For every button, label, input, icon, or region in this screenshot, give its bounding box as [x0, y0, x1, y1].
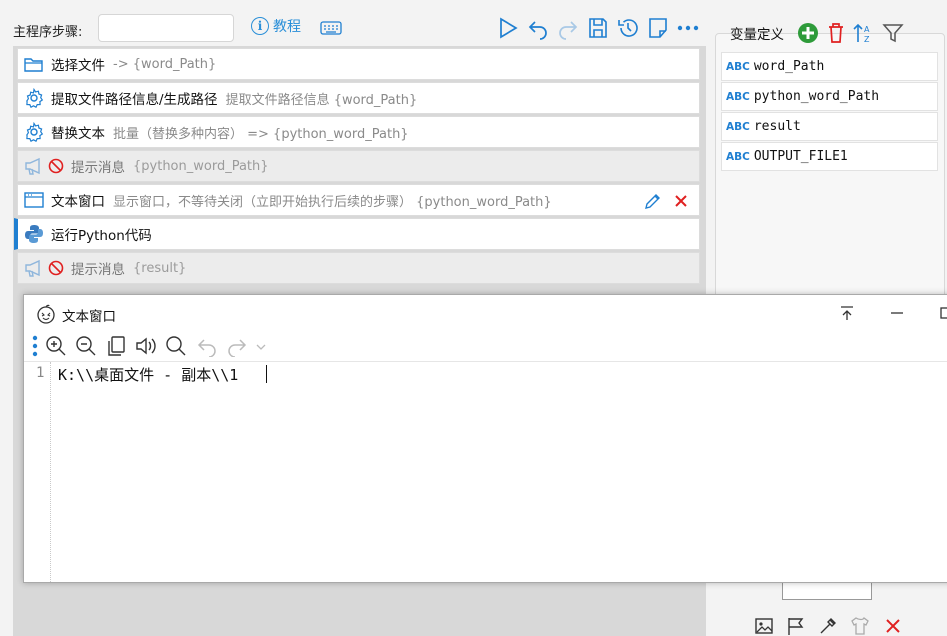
step-description: {python_word_Path}: [133, 158, 269, 174]
string-type-badge: ABC: [726, 60, 750, 73]
variable-row[interactable]: ABC python_word_Path: [721, 82, 938, 111]
image-icon[interactable]: [754, 616, 774, 636]
folder-icon: [24, 54, 44, 74]
variable-row[interactable]: ABC OUTPUT_FILE1: [721, 142, 938, 171]
text-window: [23, 294, 947, 583]
steps-label: 主程序步骤:: [13, 25, 83, 40]
eyedropper-icon[interactable]: [818, 616, 838, 636]
shirt-icon[interactable]: [850, 616, 870, 636]
line-number: 1: [36, 365, 45, 381]
step-name: 运行Python代码: [51, 228, 152, 244]
step-name: 提取文件路径信息/生成路径: [51, 92, 218, 108]
flag-icon[interactable]: [786, 616, 806, 636]
megaphone-icon: [24, 156, 44, 176]
step-item-selected[interactable]: 运行Python代码: [14, 218, 700, 250]
run-icon[interactable]: [497, 16, 519, 40]
svg-text:A: A: [864, 25, 870, 34]
step-item-disabled[interactable]: 提示消息 {python_word_Path}: [17, 150, 700, 182]
string-type-badge: ABC: [726, 150, 750, 163]
save-icon[interactable]: [587, 16, 609, 40]
gear-icon: [24, 122, 44, 142]
python-icon: [24, 224, 44, 244]
note-icon[interactable]: [647, 16, 669, 40]
step-description: 显示窗口，不等待关闭（立即开始执行后续的步骤） {python_word_Pat…: [113, 194, 552, 210]
string-type-badge: ABC: [726, 90, 750, 103]
drag-handle-icon[interactable]: [32, 335, 38, 357]
variable-row[interactable]: ABC word_Path: [721, 52, 938, 81]
svg-text:Z: Z: [864, 35, 870, 44]
tutorial-label: 教程: [273, 19, 301, 35]
search-icon[interactable]: [165, 335, 187, 357]
step-description: {result}: [133, 260, 187, 276]
editor-gutter: [50, 362, 51, 582]
step-name: 文本窗口: [51, 194, 105, 210]
pin-top-icon[interactable]: [838, 304, 856, 322]
step-name: 提示消息: [71, 262, 125, 278]
variable-name: word_Path: [753, 59, 825, 74]
tutorial-link[interactable]: i 教程: [251, 16, 301, 36]
zoom-in-icon[interactable]: [45, 335, 67, 357]
step-item[interactable]: 替换文本 批量（替换多种内容） => {python_word_Path}: [17, 116, 700, 148]
info-icon: i: [251, 17, 269, 35]
step-name: 替换文本: [51, 126, 105, 142]
disabled-icon: [48, 158, 64, 174]
zoom-out-icon[interactable]: [75, 335, 97, 357]
close-icon[interactable]: [883, 616, 903, 636]
step-description: 提取文件路径信息 {word_Path}: [225, 92, 418, 108]
step-item[interactable]: 选择文件 -> {word_Path}: [17, 48, 700, 80]
step-description: 批量（替换多种内容） => {python_word_Path}: [113, 126, 409, 142]
step-name: 选择文件: [51, 58, 105, 74]
add-variable-icon[interactable]: [797, 22, 819, 44]
left-edge: [0, 46, 13, 636]
variable-row[interactable]: ABC result: [721, 112, 938, 141]
history-icon[interactable]: [617, 16, 639, 40]
text-caret: [266, 365, 267, 383]
edit-icon[interactable]: [644, 192, 662, 210]
editor-text-line[interactable]: K:\\桌面文件 - 副本\\1: [58, 364, 238, 385]
variable-name: python_word_Path: [753, 89, 880, 104]
delete-variable-icon[interactable]: [826, 22, 846, 44]
speaker-icon[interactable]: [135, 335, 157, 357]
step-item[interactable]: 提取文件路径信息/生成路径 提取文件路径信息 {word_Path}: [17, 82, 700, 114]
step-description: -> {word_Path}: [113, 56, 217, 72]
app-logo-icon: [37, 304, 55, 324]
variable-name: result: [753, 119, 801, 134]
steps-search-input[interactable]: [98, 14, 234, 42]
undo-icon[interactable]: [527, 16, 549, 40]
disabled-icon: [48, 260, 64, 276]
window-icon: [24, 190, 44, 210]
gear-icon: [24, 88, 44, 108]
maximize-icon[interactable]: [937, 304, 947, 322]
text-window-title: 文本窗口: [62, 309, 116, 325]
undo-icon[interactable]: [196, 335, 218, 357]
sort-az-icon[interactable]: A Z: [853, 22, 875, 44]
step-item-disabled[interactable]: 提示消息 {result}: [17, 252, 700, 284]
string-type-badge: ABC: [726, 120, 750, 133]
filter-icon[interactable]: [882, 22, 904, 44]
variables-title: 变量定义: [730, 27, 784, 43]
redo-icon[interactable]: [557, 16, 579, 40]
keyboard-icon[interactable]: [320, 20, 342, 36]
step-name: 提示消息: [71, 160, 125, 176]
remove-step-icon[interactable]: [673, 193, 689, 209]
chevron-down-icon[interactable]: [255, 342, 267, 352]
redo-icon[interactable]: [226, 335, 248, 357]
editor-top-border: [24, 361, 947, 362]
copy-icon[interactable]: [106, 335, 128, 357]
more-icon[interactable]: [677, 24, 699, 32]
megaphone-icon: [24, 258, 44, 278]
variable-name: OUTPUT_FILE1: [753, 149, 848, 164]
minimize-icon[interactable]: [888, 304, 906, 322]
step-item[interactable]: 文本窗口 显示窗口，不等待关闭（立即开始执行后续的步骤） {python_wor…: [17, 184, 700, 216]
